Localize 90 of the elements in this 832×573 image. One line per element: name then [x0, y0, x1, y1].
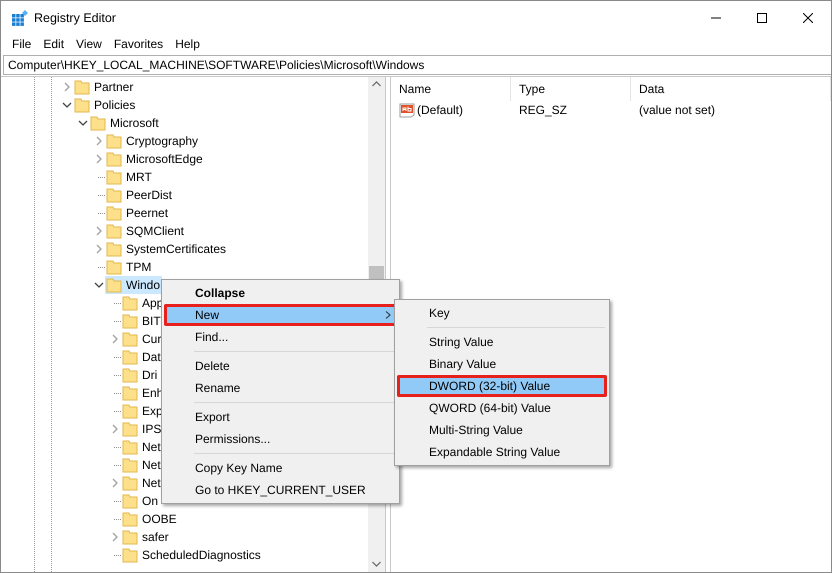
menu-item[interactable]: Rename — [164, 377, 397, 399]
menu-item[interactable]: New — [164, 304, 397, 326]
tree-item[interactable]: Microsoft — [89, 114, 161, 132]
menu-item[interactable]: Binary Value — [397, 353, 607, 375]
tree-item[interactable]: TPM — [105, 258, 154, 276]
menu-item[interactable]: QWORD (64-bit) Value — [397, 397, 607, 419]
expand-chevron-icon[interactable] — [110, 334, 120, 344]
string-value-icon — [399, 102, 415, 118]
menu-item[interactable]: Collapse — [164, 282, 397, 304]
scroll-up-icon[interactable] — [372, 81, 381, 87]
menu-bar-item[interactable]: File — [6, 37, 38, 51]
column-header[interactable]: Type — [511, 77, 631, 101]
value-type: REG_SZ — [518, 103, 568, 117]
folder-icon — [122, 313, 138, 329]
expand-chevron-icon[interactable] — [110, 424, 120, 434]
folder-icon — [106, 241, 122, 257]
folder-icon — [122, 475, 138, 491]
menu-item[interactable]: Delete — [164, 355, 397, 377]
folder-icon — [122, 349, 138, 365]
menu-item[interactable]: String Value — [397, 331, 607, 353]
folder-icon — [90, 115, 106, 131]
folder-icon — [106, 133, 122, 149]
tree-item[interactable]: BIT — [121, 312, 163, 330]
maximize-icon — [757, 13, 767, 23]
tree-item[interactable]: OOBE — [121, 510, 179, 528]
tree-item[interactable]: safer — [121, 528, 171, 546]
folder-icon — [122, 385, 138, 401]
tree-item[interactable]: SystemCertificates — [105, 240, 228, 258]
folder-icon — [122, 493, 138, 509]
close-icon — [803, 13, 813, 23]
folder-icon — [106, 187, 122, 203]
menu-bar-item[interactable]: Help — [169, 37, 206, 51]
value-name: (Default) — [417, 103, 464, 117]
column-header[interactable]: Name — [391, 77, 511, 101]
menu-item[interactable]: Expandable String Value — [397, 441, 607, 463]
tree-item[interactable]: Cur — [121, 330, 164, 348]
folder-icon — [122, 331, 138, 347]
folder-icon — [122, 421, 138, 437]
expand-chevron-icon[interactable] — [62, 82, 72, 92]
menu-item[interactable]: Find... — [164, 326, 397, 348]
folder-icon — [122, 457, 138, 473]
registry-app-icon — [12, 10, 28, 26]
folder-icon — [106, 277, 122, 293]
window-title: Registry Editor — [34, 11, 116, 25]
menu-bar-item[interactable]: View — [70, 37, 108, 51]
tree-item[interactable]: PeerDist — [105, 186, 174, 204]
menu-bar-item[interactable]: Edit — [37, 37, 70, 51]
scroll-down-icon[interactable] — [372, 561, 381, 567]
tree-item[interactable]: Net — [121, 474, 163, 492]
tree-item[interactable]: On — [121, 492, 160, 510]
menu-item[interactable]: Copy Key Name — [164, 457, 397, 479]
menu-item[interactable]: Permissions... — [164, 428, 397, 450]
folder-icon — [74, 79, 90, 95]
menu-item[interactable]: Multi-String Value — [397, 419, 607, 441]
tree-item[interactable]: MRT — [105, 168, 154, 186]
tree-item[interactable]: Dat — [121, 348, 163, 366]
folder-icon — [122, 529, 138, 545]
tree-item[interactable]: Dri — [121, 366, 160, 384]
folder-icon — [106, 205, 122, 221]
tree-item[interactable]: Windo — [105, 276, 162, 294]
menu-item[interactable]: DWORD (32-bit) Value — [397, 375, 607, 397]
tree-item[interactable]: SQMClient — [105, 222, 186, 240]
tree-item[interactable]: Peernet — [105, 204, 170, 222]
address-bar[interactable]: Computer\HKEY_LOCAL_MACHINE\SOFTWARE\Policies\Microsoft\Windows — [3, 55, 831, 75]
tree-item[interactable]: Policies — [73, 96, 138, 114]
expand-chevron-icon[interactable] — [110, 478, 120, 488]
folder-icon — [106, 223, 122, 239]
folder-icon — [106, 151, 122, 167]
menu-item[interactable]: Go to HKEY_CURRENT_USER — [164, 479, 397, 501]
tree-item[interactable]: Partner — [73, 78, 136, 96]
tree-item[interactable]: MicrosoftEdge — [105, 150, 205, 168]
folder-icon — [122, 547, 138, 563]
expand-chevron-icon[interactable] — [110, 532, 120, 542]
menu-item[interactable]: Export — [164, 406, 397, 428]
folder-icon — [74, 97, 90, 113]
folder-icon — [106, 169, 122, 185]
menu-item[interactable]: Key — [397, 302, 607, 324]
value-data: (value not set) — [638, 103, 716, 117]
tree-item[interactable]: Net — [121, 438, 163, 456]
collapse-chevron-icon[interactable] — [94, 280, 104, 290]
folder-icon — [122, 367, 138, 383]
tree-item[interactable]: ScheduledDiagnostics — [121, 546, 263, 564]
column-header[interactable]: Data — [631, 77, 831, 101]
folder-icon — [122, 439, 138, 455]
folder-icon — [122, 403, 138, 419]
tree-item[interactable]: Net — [121, 456, 163, 474]
menu-bar-item[interactable]: Favorites — [108, 37, 170, 51]
folder-icon — [122, 511, 138, 527]
tree-item[interactable]: Cryptography — [105, 132, 200, 150]
tree-item[interactable]: IPS — [121, 420, 164, 438]
